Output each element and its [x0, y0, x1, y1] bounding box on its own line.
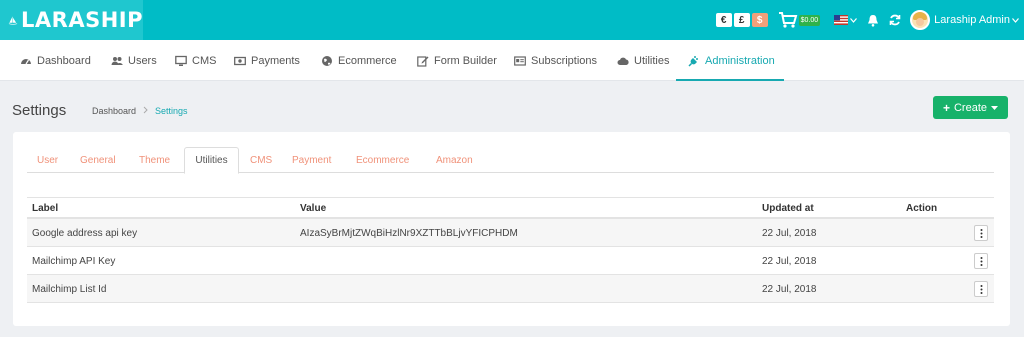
tab-general[interactable]: General — [80, 147, 116, 173]
create-button-label: Create — [953, 101, 988, 114]
nav-label: Dashboard — [37, 54, 91, 67]
avatar-face — [916, 18, 925, 26]
page-title: Settings — [12, 102, 67, 119]
row-label: Mailchimp List Id — [32, 284, 107, 295]
top-actions: € £ $ $0.00 Laraship Admin — [715, 0, 1024, 40]
user-menu-name[interactable]: Laraship Admin — [934, 14, 1010, 26]
nav-item-administration[interactable]: Administration — [688, 40, 775, 81]
tab-utilities[interactable]: Utilities — [184, 147, 239, 174]
nav-item-form-builder[interactable]: Form Builder — [417, 40, 497, 81]
money-icon — [234, 56, 246, 65]
breadcrumb-dashboard[interactable]: Dashboard — [92, 106, 136, 116]
table-row: Mailchimp List Id 22 Jul, 2018 — [27, 275, 994, 303]
nav-label: Administration — [705, 54, 775, 67]
tab-theme[interactable]: Theme — [139, 147, 170, 173]
column-header-action: Action — [906, 203, 938, 214]
nav-label: Payments — [251, 54, 300, 67]
settings-table: Label Value Updated at Action Google add… — [27, 197, 994, 303]
tab-user[interactable]: User — [37, 147, 58, 173]
vertical-dots-icon — [980, 284, 982, 294]
plus-icon: + — [942, 100, 950, 115]
tab-cms[interactable]: CMS — [250, 147, 272, 173]
chevron-down-icon[interactable] — [1012, 17, 1019, 23]
cart-total-badge: $0.00 — [798, 14, 821, 26]
currency-dollar-button[interactable]: $ — [751, 13, 768, 27]
column-header-value[interactable]: Value — [300, 203, 326, 214]
row-updated-at: 22 Jul, 2018 — [762, 256, 817, 267]
row-actions-button[interactable] — [974, 253, 988, 269]
settings-card: User General Theme Utilities CMS Payment… — [13, 132, 1010, 326]
nav-label: Form Builder — [434, 54, 497, 67]
row-label: Google address api key — [32, 228, 138, 239]
bell-icon[interactable] — [867, 14, 879, 27]
row-value: AIzaSyBrMjtZWqBiHzlNr9XZTTbBLjvYFICPHDM — [300, 228, 518, 239]
brand-name: LARASHIP — [21, 8, 143, 32]
monitor-icon — [175, 55, 187, 66]
nav-item-ecommerce[interactable]: Ecommerce — [321, 40, 397, 81]
breadcrumb-current: Settings — [155, 106, 188, 116]
row-updated-at: 22 Jul, 2018 — [762, 284, 817, 295]
tab-payment[interactable]: Payment — [292, 147, 331, 173]
column-header-updated-at[interactable]: Updated at — [762, 203, 814, 214]
tab-ecommerce[interactable]: Ecommerce — [356, 147, 409, 173]
dashboard-icon — [21, 58, 31, 64]
row-updated-at: 22 Jul, 2018 — [762, 228, 817, 239]
nav-item-cms[interactable]: CMS — [175, 40, 216, 81]
vertical-dots-icon — [980, 256, 982, 266]
main-nav: Dashboard Users CMS Payments Ecommerce F… — [0, 40, 1024, 81]
nav-label: Subscriptions — [531, 54, 598, 67]
brand-logo[interactable]: LARASHIP — [0, 0, 143, 40]
plug-icon — [688, 55, 698, 67]
create-button[interactable]: + Create — [933, 96, 1008, 119]
id-card-icon — [514, 55, 526, 66]
top-bar: LARASHIP € £ $ $0.00 Laraship Admin — [0, 0, 1024, 40]
vertical-dots-icon — [980, 228, 982, 238]
currency-pound-button[interactable]: £ — [733, 13, 750, 27]
nav-label: Ecommerce — [338, 54, 397, 67]
table-header: Label Value Updated at Action — [27, 197, 994, 219]
settings-tabs: User General Theme Utilities CMS Payment… — [27, 147, 994, 174]
users-icon — [111, 56, 123, 65]
nav-item-utilities[interactable]: Utilities — [617, 40, 669, 81]
logo-sail-icon — [8, 16, 18, 25]
nav-label: Utilities — [634, 54, 670, 67]
us-flag-icon[interactable] — [834, 15, 849, 25]
refresh-icon[interactable] — [889, 14, 901, 26]
cart-icon[interactable] — [778, 12, 798, 28]
nav-label: CMS — [192, 54, 217, 67]
currency-euro-button[interactable]: € — [715, 13, 732, 27]
row-actions-button[interactable] — [974, 225, 988, 241]
avatar[interactable] — [910, 10, 931, 30]
cloud-icon — [617, 57, 629, 65]
breadcrumb-separator-icon — [143, 106, 148, 114]
nav-item-dashboard[interactable]: Dashboard — [20, 40, 91, 81]
table-row: Google address api key AIzaSyBrMjtZWqBiH… — [27, 219, 994, 247]
column-header-label[interactable]: Label — [32, 203, 58, 214]
nav-active-indicator — [676, 79, 784, 81]
table-row: Mailchimp API Key 22 Jul, 2018 — [27, 247, 994, 275]
tab-amazon[interactable]: Amazon — [436, 147, 473, 173]
chevron-down-icon[interactable] — [850, 17, 858, 23]
globe-icon — [322, 55, 332, 66]
edit-icon — [417, 55, 429, 67]
nav-label: Users — [128, 54, 157, 67]
nav-item-payments[interactable]: Payments — [234, 40, 300, 81]
nav-item-subscriptions[interactable]: Subscriptions — [514, 40, 597, 81]
nav-item-users[interactable]: Users — [111, 40, 157, 81]
caret-down-icon — [991, 105, 999, 110]
row-label: Mailchimp API Key — [32, 256, 116, 267]
row-actions-button[interactable] — [974, 281, 988, 297]
